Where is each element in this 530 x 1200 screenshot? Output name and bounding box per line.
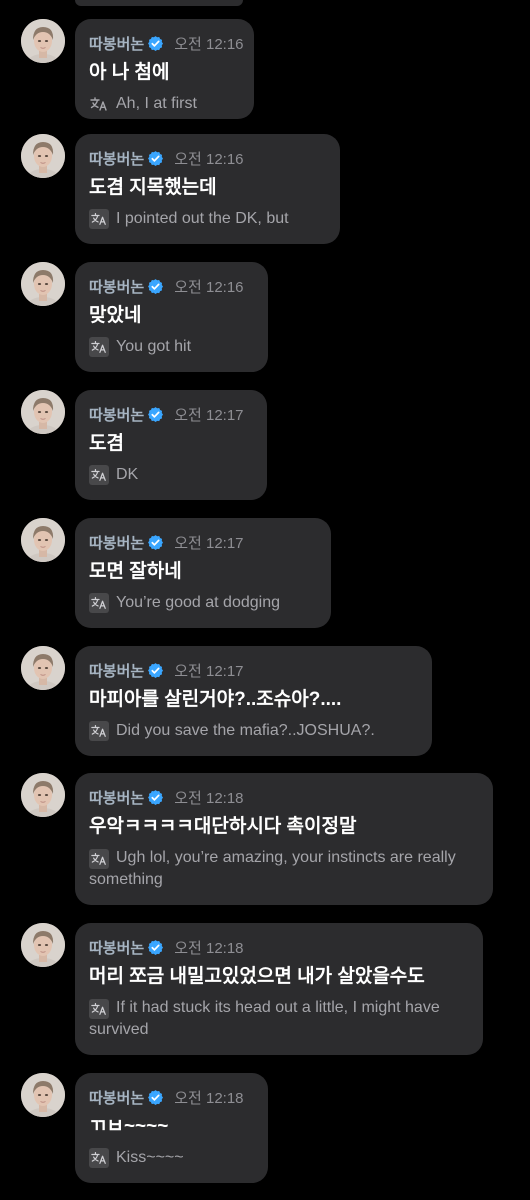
sender-name[interactable]: 따봉버논 — [89, 787, 144, 808]
previous-message-bubble-edge — [75, 0, 243, 6]
translate-icon — [89, 209, 109, 229]
message-bubble[interactable]: 따봉버논 오전 12:17 마피아를 살린거야?..조슈아?.... Did y… — [75, 646, 432, 756]
sender-name[interactable]: 따봉버논 — [89, 33, 144, 54]
sender-name[interactable]: 따봉버논 — [89, 148, 144, 169]
message-time: 오전 12:16 — [174, 278, 244, 296]
sender-name[interactable]: 따봉버논 — [89, 937, 144, 958]
sender-name[interactable]: 따봉버논 — [89, 276, 144, 297]
translate-icon — [89, 721, 109, 741]
translate-icon — [89, 593, 109, 613]
verified-check-icon — [147, 939, 164, 956]
avatar[interactable] — [21, 1073, 65, 1117]
message-header: 따봉버논 오전 12:18 — [89, 937, 468, 957]
sender-name[interactable]: 따봉버논 — [89, 404, 144, 425]
message-header: 따봉버논 오전 12:16 — [89, 33, 244, 54]
message-bubble[interactable]: 따봉버논 오전 12:18 머리 쪼금 내밀고있었으면 내가 살았을수도 If … — [75, 923, 483, 1055]
message-translation: You’re good at dodging — [89, 592, 316, 614]
message-translation: You got hit — [89, 336, 253, 358]
translation-text: Ugh lol, you’re amazing, your instincts … — [89, 849, 456, 888]
message-bubble[interactable]: 따봉버논 오전 12:18 ㄲㅂ~~~~ Kiss~~~~ — [75, 1073, 268, 1183]
message-text: 도겸 지목했는데 — [89, 177, 217, 198]
message-translation: Did you save the mafia?..JOSHUA?. — [89, 720, 417, 742]
verified-check-icon — [147, 150, 164, 167]
translate-icon — [89, 465, 109, 485]
message-text: 도겸 — [89, 433, 124, 454]
message-text: ㄲㅂ~~~~ — [89, 1116, 169, 1137]
translate-icon — [89, 849, 109, 869]
message-bubble[interactable]: 따봉버논 오전 12:18 우악ㅋㅋㅋㅋ대단하시다 촉이정말 Ugh lol, … — [75, 773, 493, 905]
avatar[interactable] — [21, 923, 65, 967]
translation-text: You’re good at dodging — [116, 594, 280, 611]
avatar[interactable] — [21, 390, 65, 434]
verified-check-icon — [147, 406, 164, 423]
message-bubble[interactable]: 따봉버논 오전 12:17 모면 잘하네 You’re good at dodg… — [75, 518, 331, 628]
message-time: 오전 12:17 — [174, 406, 244, 424]
message-time: 오전 12:17 — [174, 534, 244, 552]
message-time: 오전 12:18 — [174, 939, 244, 957]
avatar[interactable] — [21, 646, 65, 690]
message-text: 우악ㅋㅋㅋㅋ대단하시다 촉이정말 — [89, 816, 357, 837]
verified-check-icon — [147, 278, 164, 295]
avatar[interactable] — [21, 134, 65, 178]
avatar[interactable] — [21, 518, 65, 562]
message-bubble[interactable]: 따봉버논 오전 12:16 맞았네 You got hit — [75, 262, 268, 372]
message-text: 아 나 첨에 — [89, 62, 170, 83]
message-header: 따봉버논 오전 12:16 — [89, 148, 325, 168]
translation-text: DK — [116, 466, 139, 483]
sender-name[interactable]: 따봉버논 — [89, 532, 144, 553]
message-bubble[interactable]: 따봉버논 오전 12:16 아 나 첨에 Ah, I at first — [75, 19, 254, 119]
message-header: 따봉버논 오전 12:17 — [89, 532, 316, 552]
message-translation: If it had stuck its head out a little, I… — [89, 997, 468, 1041]
translation-text: Ah, I at first — [116, 95, 197, 112]
message-text: 맞았네 — [89, 305, 142, 326]
translation-text: Kiss~~~~ — [116, 1149, 184, 1166]
message-time: 오전 12:17 — [174, 662, 244, 680]
message-bubble[interactable]: 따봉버논 오전 12:16 도겸 지목했는데 I pointed out the… — [75, 134, 340, 244]
message-header: 따봉버논 오전 12:17 — [89, 404, 252, 424]
avatar[interactable] — [21, 773, 65, 817]
message-text: 마피아를 살린거야?..조슈아?.... — [89, 689, 342, 710]
translation-text: You got hit — [116, 338, 192, 355]
verified-check-icon — [147, 534, 164, 551]
message-header: 따봉버논 오전 12:18 — [89, 787, 478, 807]
verified-check-icon — [147, 662, 164, 679]
message-header: 따봉버논 오전 12:18 — [89, 1087, 253, 1107]
translate-icon — [89, 337, 109, 357]
message-translation: DK — [89, 464, 252, 486]
verified-check-icon — [147, 1089, 164, 1106]
message-time: 오전 12:18 — [174, 789, 244, 807]
message-text: 모면 잘하네 — [89, 561, 182, 582]
message-time: 오전 12:18 — [174, 1089, 244, 1107]
verified-check-icon — [147, 35, 164, 52]
message-translation: Kiss~~~~ — [89, 1147, 253, 1169]
message-time: 오전 12:16 — [174, 150, 244, 168]
message-header: 따봉버논 오전 12:16 — [89, 276, 253, 296]
message-time: 오전 12:16 — [174, 35, 244, 53]
translate-icon — [89, 94, 109, 114]
message-text: 머리 쪼금 내밀고있었으면 내가 살았을수도 — [89, 966, 425, 987]
translation-text: If it had stuck its head out a little, I… — [89, 999, 440, 1038]
sender-name[interactable]: 따봉버논 — [89, 1087, 144, 1108]
message-bubble[interactable]: 따봉버논 오전 12:17 도겸 DK — [75, 390, 267, 500]
message-translation: I pointed out the DK, but — [89, 208, 325, 230]
message-translation: Ugh lol, you’re amazing, your instincts … — [89, 847, 478, 891]
translate-icon — [89, 1148, 109, 1168]
sender-name[interactable]: 따봉버논 — [89, 660, 144, 681]
verified-check-icon — [147, 789, 164, 806]
translation-text: I pointed out the DK, but — [116, 210, 289, 227]
message-translation: Ah, I at first — [89, 93, 239, 115]
message-header: 따봉버논 오전 12:17 — [89, 660, 417, 680]
translate-icon — [89, 999, 109, 1019]
avatar[interactable] — [21, 262, 65, 306]
translation-text: Did you save the mafia?..JOSHUA?. — [116, 722, 375, 739]
avatar[interactable] — [21, 19, 65, 63]
